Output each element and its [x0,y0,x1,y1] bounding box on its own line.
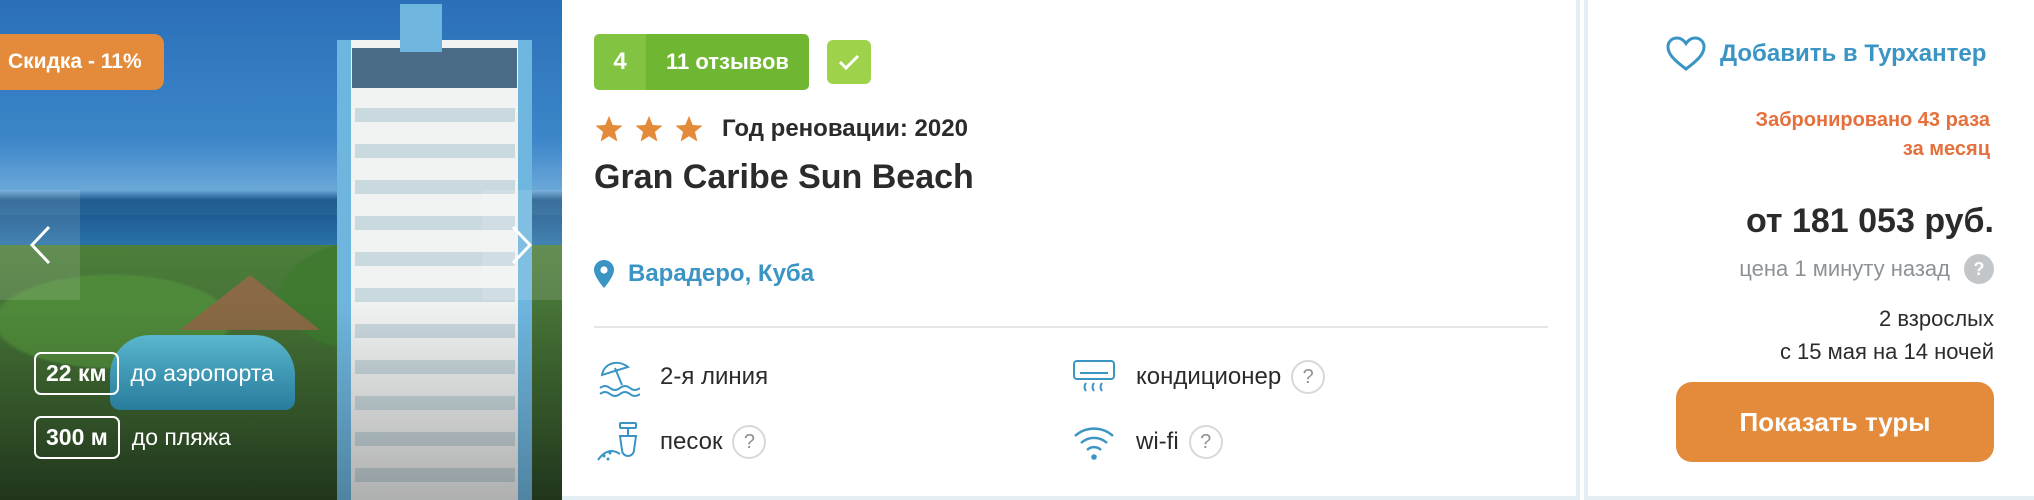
checkmark-icon [838,54,860,71]
help-icon[interactable]: ? [732,425,767,459]
renovation-year: Год реновации: 2020 [722,115,968,142]
beach-distance-value: 300 м [34,416,120,459]
location-link[interactable]: Варадеро, Куба [594,260,814,288]
hotel-photo[interactable]: Скидка - 11% 22 км до аэропорта 300 м до… [0,0,562,500]
feature-sand-label: песок [660,428,723,455]
feature-air-conditioner: кондиционер ? [1072,355,1326,399]
feature-wifi: wi-fi ? [1072,420,1223,464]
show-tours-button[interactable]: Показать туры [1676,382,1994,462]
price-value: от 181 053 руб. [1745,202,1994,240]
booking-stats-line2: за месяц [1902,138,1990,160]
price-panel: Добавить в Турхантер Забронировано 43 ра… [1584,0,2034,500]
hotel-card: Скидка - 11% 22 км до аэропорта 300 м до… [0,0,2034,500]
rating-badge[interactable]: 4 11 отзывов [594,34,809,90]
price-updated-text: цена 1 минуту назад [1739,256,1950,281]
feature-sand: песок ? [596,420,767,464]
feature-beach-line-label: 2-я линия [660,363,769,390]
booking-stats: Забронировано 43 раза за месяц [1670,106,1990,164]
divider [594,326,1548,328]
photo-prev-button[interactable] [0,190,80,300]
beach-distance: 300 м до пляжа [34,416,231,459]
help-icon[interactable]: ? [1964,254,1994,284]
chevron-left-icon [29,225,51,265]
booking-stats-line1: Забронировано 43 раза [1755,109,1990,131]
star-icon [595,115,623,142]
help-icon[interactable]: ? [1291,360,1326,394]
stars-row: Год реновации: 2020 [594,114,968,144]
map-pin-icon [594,260,614,288]
rating-score: 4 [594,34,646,90]
guests-count: 2 взрослых [1879,306,1994,331]
airport-distance: 22 км до аэропорта [34,352,274,395]
feature-beach-line: 2-я линия [596,355,768,399]
feature-wifi-label: wi-fi [1136,428,1179,455]
star-icon [675,115,703,142]
trip-dates: с 15 мая на 14 ночей [1779,339,1994,364]
price-updated: цена 1 минуту назад ? [1739,254,1994,284]
reviews-count: 11 отзывов [646,34,809,90]
sand-bucket-icon [597,422,638,461]
star-icon [635,115,663,142]
hotel-name-link[interactable]: Gran Caribe Sun Beach [594,158,974,197]
hotel-info: 4 11 отзывов Год реновации: 2020 Gran Ca… [562,0,1580,500]
air-conditioner-icon [1073,360,1115,392]
feature-air-conditioner-label: кондиционер [1136,363,1282,390]
wifi-icon [1074,427,1114,460]
photo-next-button[interactable] [482,190,562,300]
beach-distance-label: до пляжа [131,424,231,450]
trip-details: 2 взрослых с 15 мая на 14 ночей [1780,302,1994,368]
add-to-favorites-label: Добавить в Турхантер [1720,40,1987,67]
verified-badge [827,40,871,84]
location-text: Варадеро, Куба [628,260,815,287]
discount-badge: Скидка - 11% [0,34,164,90]
airport-distance-label: до аэропорта [130,360,274,386]
help-icon[interactable]: ? [1188,425,1223,459]
add-to-favorites-button[interactable]: Добавить в Турхантер [1666,36,1986,72]
heart-icon [1666,36,1706,71]
airport-distance-value: 22 км [34,352,119,395]
chevron-right-icon [511,225,533,265]
beach-umbrella-icon [599,361,640,397]
